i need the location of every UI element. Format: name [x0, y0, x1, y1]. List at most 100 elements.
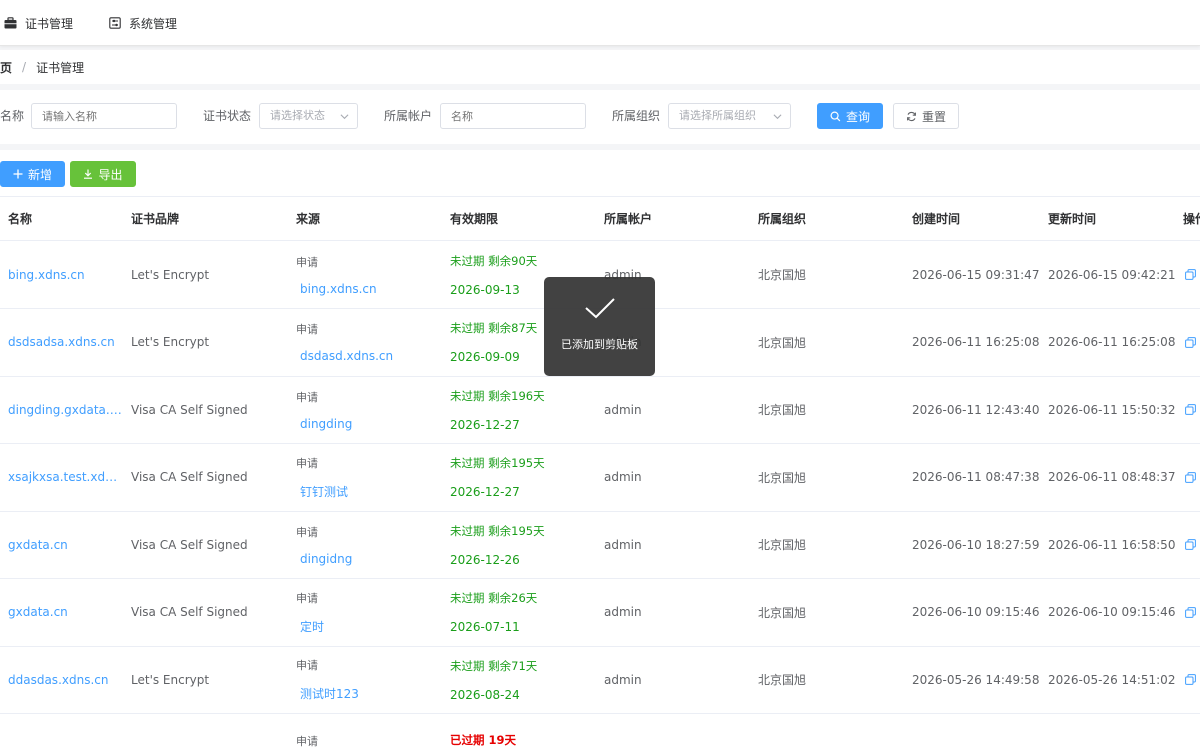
chevron-down-icon — [340, 114, 349, 120]
copy-icon[interactable] — [1185, 606, 1196, 618]
cell-brand: Visa CA Self Signed — [131, 605, 248, 619]
status-filter-select[interactable]: 请选择状态 — [259, 103, 358, 129]
cell-name[interactable]: dsdsadsa.xdns.cn — [8, 309, 124, 376]
cell-account: admin — [604, 605, 642, 619]
cell-account: admin — [604, 470, 642, 484]
table-header: 名称 证书品牌 来源 有效期限 所属帐户 所属组织 创建时间 更新时间 操作 — [0, 196, 1200, 241]
filter-bar: 名称 证书状态 请选择状态 所属帐户 所属组织 请选择所属组织 查询 重置 — [0, 90, 1200, 144]
cert-name-link[interactable]: bing.xdns.cn — [8, 268, 124, 282]
export-button[interactable]: 导出 — [70, 161, 136, 187]
cell-source: 申请 bing.xdns.cn — [296, 241, 446, 308]
cell-name[interactable]: xsajkxsa.test.xdns.cn... — [8, 444, 124, 511]
cell-source: 申请 dingding — [296, 376, 446, 443]
name-filter-label: 名称 — [0, 109, 25, 123]
cell-name[interactable]: gxdata.cn — [8, 511, 124, 578]
account-filter-label: 所属帐户 — [384, 109, 433, 123]
cell-org: 北京国旭 — [758, 268, 807, 282]
search-button[interactable]: 查询 — [817, 103, 883, 129]
cert-name-link[interactable]: xsajkxsa.test.xdns.cn... — [8, 470, 124, 484]
cell-name[interactable]: dingding.gxdata.cn... — [8, 376, 124, 443]
copy-icon[interactable] — [1185, 674, 1196, 685]
cell-created — [912, 714, 1042, 750]
org-filter-placeholder: 请选择所属组织 — [679, 109, 756, 122]
cell-validity: 已过期 19天 — [450, 714, 600, 750]
source-name-link[interactable]: dsdasd.xdns.cn — [300, 349, 393, 363]
source-type: 申请 — [296, 390, 318, 404]
settings-panel-icon — [109, 17, 121, 29]
cell-org: 北京国旭 — [758, 673, 807, 687]
source-name-link[interactable]: bing.xdns.cn — [300, 282, 377, 296]
cell-brand: Visa CA Self Signed — [131, 402, 248, 417]
source-name-link[interactable]: dingidng — [300, 552, 352, 566]
source-name-link[interactable]: 定时 — [300, 618, 324, 635]
refresh-icon — [906, 111, 916, 121]
add-button-label: 新增 — [27, 167, 52, 182]
th-created: 创建时间 — [912, 212, 961, 226]
validity-status: 未过期 剩余196天 — [450, 388, 545, 403]
cert-name-link[interactable]: dsdsadsa.xdns.cn — [8, 335, 124, 349]
validity-status: 已过期 19天 — [450, 733, 517, 747]
source-name-link[interactable]: 测试时123 — [300, 685, 359, 702]
cell-name[interactable]: gxdata.cn — [8, 579, 124, 646]
cell-updated — [1048, 714, 1178, 750]
add-button[interactable]: 新增 — [0, 161, 65, 187]
name-filter-input[interactable] — [31, 103, 177, 129]
cell-brand: Let's Encrypt — [131, 267, 210, 282]
cell-validity: 未过期 剩余196天 2026-12-27 — [450, 376, 600, 443]
briefcase-icon — [4, 17, 17, 29]
table-row: gxdata.cn Visa CA Self Signed 申请 dingidng 未过… — [0, 511, 1200, 579]
cell-operation — [1185, 309, 1200, 376]
source-type: 申请 — [296, 659, 318, 672]
source-name-link[interactable]: dingding — [300, 417, 352, 431]
account-filter-input[interactable] — [440, 103, 586, 129]
cell-source: 申请 — [296, 714, 446, 750]
source-name-link[interactable]: 钉钉测试 — [300, 483, 348, 500]
cell-org: 北京国旭 — [758, 403, 807, 417]
breadcrumb-home[interactable]: 页 — [0, 59, 12, 76]
source-type: 申请 — [296, 255, 318, 269]
th-brand: 证书品牌 — [131, 212, 180, 226]
copy-icon[interactable] — [1185, 269, 1196, 280]
expiry-date: 2026-08-24 — [450, 687, 520, 702]
toast-message: 已添加到剪贴板 — [561, 338, 638, 351]
cell-created: 2026-06-10 09:15:46 — [912, 605, 1040, 619]
reset-button[interactable]: 重置 — [893, 103, 959, 129]
cell-brand: Visa CA Self Signed — [131, 537, 248, 552]
nav-item-cert-management[interactable]: 证书管理 — [4, 0, 73, 46]
cell-validity: 未过期 剩余71天 2026-08-24 — [450, 646, 600, 713]
cert-name-link[interactable]: dingding.gxdata.cn... — [8, 403, 124, 417]
copy-icon[interactable] — [1185, 539, 1196, 550]
cell-operation — [1185, 714, 1200, 750]
validity-status: 未过期 剩余195天 — [450, 523, 545, 538]
nav-sys-label: 系统管理 — [129, 16, 178, 31]
cell-name[interactable]: ddasdas.xdns.cn — [8, 646, 124, 713]
action-bar: 新增 导出 — [0, 150, 1200, 196]
copy-icon[interactable] — [1185, 404, 1196, 415]
th-org: 所属组织 — [758, 212, 807, 226]
table-row: ddasdas.xdns.cn Let's Encrypt 申请 测试时123 未过期 … — [0, 646, 1200, 714]
cell-operation — [1185, 241, 1200, 308]
cell-account: admin — [604, 537, 642, 552]
top-navbar: 证书管理 系统管理 — [0, 0, 1200, 46]
cell-updated: 2026-05-26 14:51:02 — [1048, 672, 1176, 687]
th-updated: 更新时间 — [1048, 212, 1097, 226]
search-icon — [830, 111, 841, 121]
cert-name-link[interactable]: ddasdas.xdns.cn — [8, 673, 124, 687]
validity-status: 未过期 剩余195天 — [450, 456, 545, 470]
cell-name[interactable]: bing.xdns.cn — [8, 241, 124, 308]
breadcrumb: 页 / 证书管理 — [0, 50, 1200, 84]
org-filter-select[interactable]: 请选择所属组织 — [668, 103, 791, 129]
cell-name[interactable] — [8, 714, 124, 750]
copy-icon[interactable] — [1185, 336, 1196, 348]
search-button-label: 查询 — [845, 109, 870, 124]
cell-operation — [1185, 646, 1200, 713]
copy-icon[interactable] — [1185, 471, 1196, 483]
th-operation: 操作 — [1183, 212, 1200, 226]
cell-created: 2026-05-26 14:49:58 — [912, 672, 1040, 687]
table-row: gxdata.cn Visa CA Self Signed 申请 定时 未过期 剩余26… — [0, 579, 1200, 647]
nav-item-system-management[interactable]: 系统管理 — [109, 0, 177, 46]
cell-brand — [131, 714, 291, 750]
cert-name-link[interactable]: gxdata.cn — [8, 538, 124, 552]
cell-source: 申请 dingidng — [296, 511, 446, 578]
cert-name-link[interactable]: gxdata.cn — [8, 605, 124, 619]
